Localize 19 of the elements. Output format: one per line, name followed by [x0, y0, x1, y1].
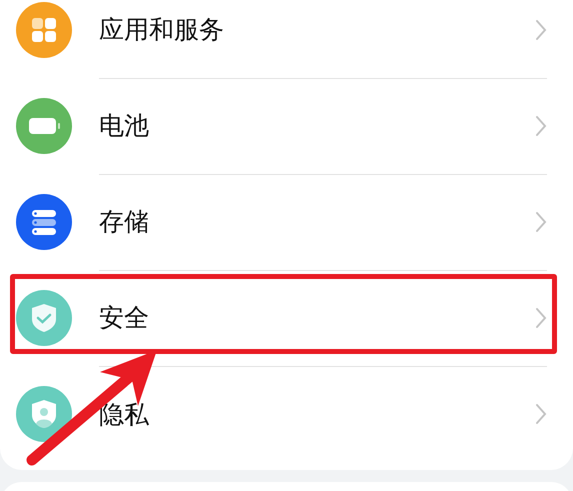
settings-label: 应用和服务	[99, 14, 225, 46]
settings-label: 电池	[99, 110, 150, 142]
chevron-icon	[535, 306, 547, 328]
settings-label: 存储	[99, 206, 150, 238]
chevron-icon	[535, 18, 547, 40]
settings-item[interactable]: 应用和服务	[0, 0, 573, 78]
settings-label: 隐私	[99, 398, 150, 430]
settings-item[interactable]: 隐私	[0, 366, 573, 462]
battery-icon	[16, 98, 72, 154]
settings-item[interactable]: 电池	[0, 78, 573, 174]
chevron-icon	[535, 210, 547, 232]
chevron-icon	[535, 403, 547, 425]
settings-item[interactable]: 安全	[0, 270, 573, 366]
settings-label: 安全	[99, 302, 150, 334]
privacy-icon	[16, 386, 72, 442]
storage-icon	[16, 194, 72, 250]
chevron-icon	[535, 114, 547, 136]
security-icon	[16, 290, 72, 346]
settings-item[interactable]: 存储	[0, 174, 573, 270]
